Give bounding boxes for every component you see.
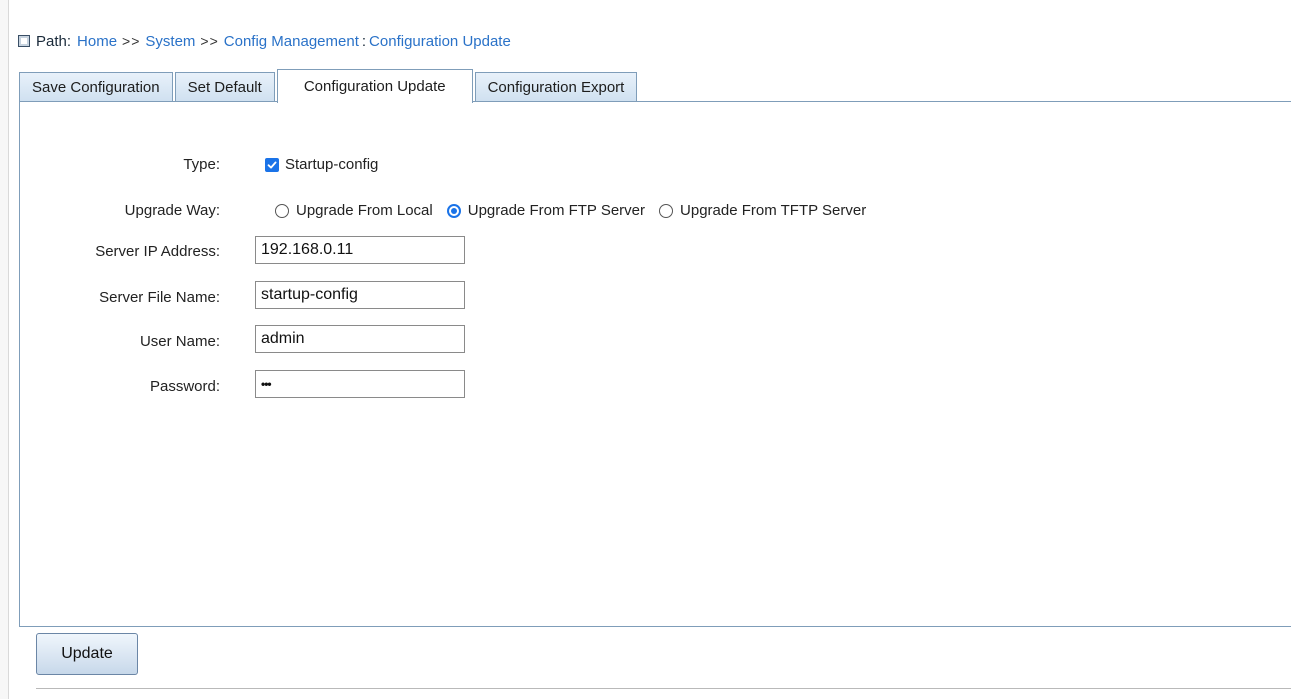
upgrade-from-local-label: Upgrade From Local: [296, 202, 433, 219]
breadcrumb-separator: >>: [200, 33, 219, 49]
upgrade-from-tftp-label: Upgrade From TFTP Server: [680, 202, 867, 219]
upgrade-from-local-radio[interactable]: [275, 203, 289, 218]
upgrade-from-ftp-label: Upgrade From FTP Server: [467, 202, 646, 219]
password-label: Password:: [149, 378, 220, 395]
tab-save-configuration[interactable]: Save Configuration: [19, 72, 173, 102]
breadcrumb-config-management-link[interactable]: Config Management: [224, 33, 359, 50]
check-icon: [267, 161, 277, 168]
startup-config-option[interactable]: Startup-config: [265, 156, 378, 173]
server-ip-input[interactable]: [255, 236, 465, 264]
breadcrumb-system-link[interactable]: System: [145, 33, 195, 50]
tab-set-default[interactable]: Set Default: [174, 72, 275, 102]
user-name-label: User Name:: [139, 333, 220, 350]
upgrade-way-label: Upgrade Way:: [124, 202, 220, 219]
bottom-divider: [36, 688, 1291, 689]
server-file-name-input[interactable]: [255, 281, 465, 309]
upgrade-from-local-option[interactable]: Upgrade From Local: [275, 202, 433, 219]
breadcrumb: Path: Home >> System >> Config Managemen…: [18, 30, 511, 52]
window-icon: [18, 35, 30, 47]
server-ip-label: Server IP Address:: [95, 243, 220, 260]
breadcrumb-separator: >>: [122, 33, 141, 49]
upgrade-way-radio-group: Upgrade From Local Upgrade From FTP Serv…: [275, 202, 880, 219]
upgrade-from-tftp-radio[interactable]: [659, 203, 674, 218]
update-button[interactable]: Update: [36, 633, 138, 675]
breadcrumb-label: Path:: [36, 32, 72, 50]
breadcrumb-colon: :: [361, 32, 367, 50]
breadcrumb-home-link[interactable]: Home: [77, 33, 117, 50]
startup-config-label: Startup-config: [285, 156, 379, 173]
left-frame-edge: [0, 0, 9, 699]
startup-config-checkbox[interactable]: [265, 157, 279, 172]
tab-configuration-update[interactable]: Configuration Update: [276, 69, 473, 103]
upgrade-from-ftp-radio[interactable]: [446, 203, 461, 218]
content-panel: Type: Startup-config Upgrade Way: Upgrad…: [19, 101, 1291, 627]
breadcrumb-current: Configuration Update: [369, 32, 511, 50]
type-label: Type:: [183, 156, 220, 173]
tab-configuration-export[interactable]: Configuration Export: [474, 72, 638, 102]
upgrade-from-tftp-option[interactable]: Upgrade From TFTP Server: [659, 202, 866, 219]
user-name-input[interactable]: [255, 325, 465, 353]
server-file-name-label: Server File Name:: [99, 289, 220, 306]
tab-bar: Save Configuration Set Default Configura…: [19, 69, 639, 103]
page: Path: Home >> System >> Config Managemen…: [0, 0, 1291, 699]
upgrade-from-ftp-option[interactable]: Upgrade From FTP Server: [446, 202, 646, 219]
password-input[interactable]: [255, 370, 465, 398]
